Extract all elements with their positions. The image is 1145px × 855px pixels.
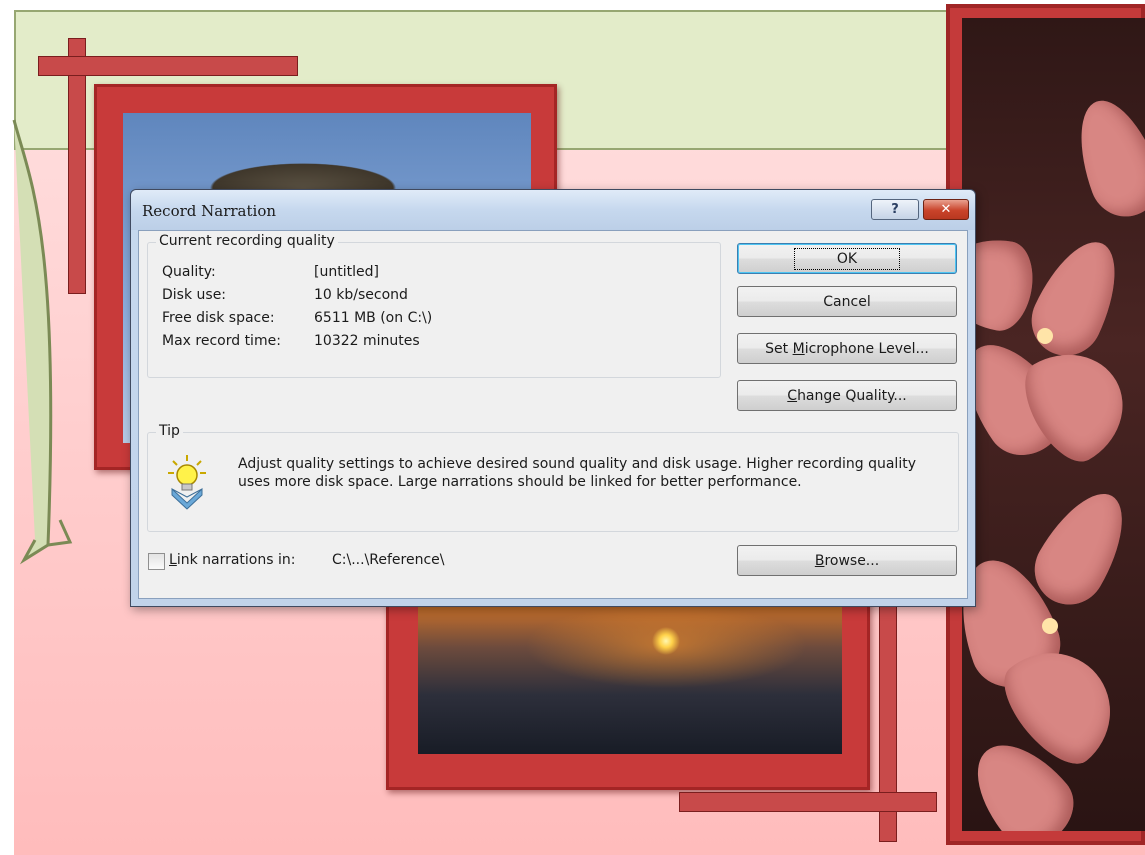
lightbulb-icon bbox=[168, 455, 206, 510]
record-narration-dialog: Record Narration ? ✕ Current recording q… bbox=[130, 189, 976, 607]
decor-rod-vertical-left bbox=[68, 38, 86, 294]
tip-legend: Tip bbox=[156, 423, 183, 439]
flower-photo bbox=[962, 18, 1145, 831]
decor-rod-horizontal-top bbox=[38, 56, 298, 76]
free-disk-space-label: Free disk space: bbox=[162, 310, 275, 326]
title-bar[interactable]: Record Narration ? ✕ bbox=[131, 190, 975, 230]
recording-quality-legend: Current recording quality bbox=[156, 233, 338, 249]
set-microphone-level-button[interactable]: Set Microphone Level... bbox=[737, 333, 957, 364]
change-quality-button[interactable]: Change Quality... bbox=[737, 380, 957, 411]
disk-use-label: Disk use: bbox=[162, 287, 227, 303]
tip-text: Adjust quality settings to achieve desir… bbox=[238, 456, 916, 490]
help-icon[interactable]: ? bbox=[871, 199, 919, 220]
max-record-time-value: 10322 minutes bbox=[314, 333, 420, 349]
disk-use-value: 10 kb/second bbox=[314, 287, 408, 303]
cancel-button[interactable]: Cancel bbox=[737, 286, 957, 317]
tip-group: Tip Adjust quality settings to achieve d… bbox=[147, 423, 959, 532]
free-disk-space-value: 6511 MB (on C:\) bbox=[314, 310, 433, 326]
dialog-title: Record Narration bbox=[142, 202, 277, 220]
browse-button[interactable]: Browse... bbox=[737, 545, 957, 576]
sunset-photo bbox=[418, 606, 842, 754]
link-narrations-checkbox[interactable] bbox=[148, 553, 165, 570]
quality-label: Quality: bbox=[162, 264, 216, 280]
recording-quality-group: Current recording quality Quality: [unti… bbox=[147, 233, 721, 378]
link-narrations-path: C:\...\Reference\ bbox=[332, 552, 445, 568]
quality-value: [untitled] bbox=[314, 264, 379, 280]
dialog-body: Current recording quality Quality: [unti… bbox=[138, 230, 968, 599]
decor-rod-horizontal-bottom bbox=[679, 792, 937, 812]
link-narrations-label[interactable]: Link narrations in: bbox=[169, 552, 295, 568]
ok-button[interactable]: OK bbox=[737, 243, 957, 274]
max-record-time-label: Max record time: bbox=[162, 333, 281, 349]
close-icon[interactable]: ✕ bbox=[923, 199, 969, 220]
